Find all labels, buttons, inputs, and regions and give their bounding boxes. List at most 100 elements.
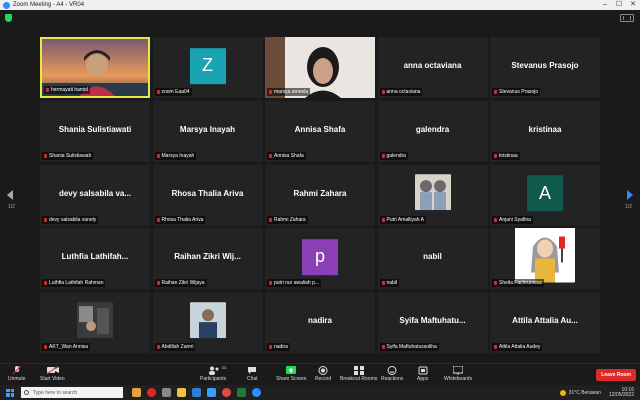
chrome-browser-icon[interactable]: [222, 388, 231, 397]
taskbar-clock[interactable]: 10:16 12/05/2022: [609, 387, 634, 398]
next-page-arrow-icon[interactable]: [627, 190, 633, 200]
start-video-button[interactable]: Start Video: [40, 365, 65, 382]
close-button[interactable]: ✕: [626, 0, 640, 10]
start-video-label: Start Video: [40, 376, 65, 382]
participant-name-label: AKT_Wan Annisa: [42, 343, 91, 351]
participant-display-name: Rahmi Zahara: [293, 188, 347, 198]
participant-name-label: Abdillah Zamri: [154, 343, 196, 351]
app-icon-2[interactable]: [147, 388, 156, 397]
muted-mic-icon: [269, 345, 272, 349]
participant-tile[interactable]: devy salsabila va... devy salsabila vanel…: [40, 164, 150, 226]
participant-tile[interactable]: nadira nadira: [265, 292, 375, 353]
participant-name: Rahmi Zahara: [274, 216, 306, 223]
participant-profile-photo: [189, 301, 226, 338]
participant-tile[interactable]: A Anjani Syafina: [490, 164, 600, 226]
app-icon-1[interactable]: [132, 388, 141, 397]
breakout-rooms-icon: [353, 366, 364, 375]
participant-tile[interactable]: nabil nabil: [377, 228, 488, 290]
participant-tile[interactable]: Zzoom Eaa04: [152, 37, 263, 98]
participant-tile[interactable]: Putri Amalliyah A: [377, 164, 488, 226]
muted-mic-icon: [44, 217, 47, 222]
muted-mic-icon: [44, 281, 47, 286]
participant-profile-photo: [77, 301, 113, 338]
mail-icon[interactable]: [192, 388, 201, 397]
chat-button[interactable]: Chat: [247, 366, 258, 382]
participant-tile[interactable]: Raihan Zikri Wij... Raihan Zikri Wijaya: [152, 228, 263, 290]
prev-page-arrow-icon[interactable]: [7, 190, 13, 200]
participant-name-label: nadira: [267, 343, 290, 351]
participant-tile[interactable]: Stevanus Prasojo Stevanus Prasojo: [490, 37, 600, 98]
participant-tile[interactable]: Syifa Maftuhatu... Syifa Maftuhatussoliha: [377, 292, 488, 353]
record-button[interactable]: Record: [315, 366, 331, 382]
breakout-rooms-button[interactable]: Breakout Rooms: [340, 366, 377, 382]
participant-name-label: Rhosa Thalia Ariva: [154, 215, 206, 224]
participant-tile[interactable]: p putri nur awaliah p...: [265, 228, 375, 290]
participant-tile[interactable]: marsya ameela: [265, 37, 375, 98]
participant-gallery: hermayati hamid Zzoom Eaa04 marsya ameela a…: [40, 37, 600, 357]
participants-icon: 33: [208, 365, 226, 375]
leave-room-button[interactable]: Leave Room: [596, 369, 636, 381]
muted-mic-icon: [156, 153, 160, 158]
participant-name-label: galendra: [379, 151, 408, 160]
participant-name: galendra: [386, 152, 406, 159]
edge-browser-icon[interactable]: [207, 388, 216, 397]
shield-icon[interactable]: [5, 14, 12, 22]
participant-tile[interactable]: anna octaviana anna octaviana: [377, 37, 488, 98]
participant-tile[interactable]: Abdillah Zamri: [152, 292, 263, 353]
whiteboards-button[interactable]: Whiteboards: [444, 365, 472, 382]
muted-mic-icon: [494, 345, 497, 349]
taskbar-search-box[interactable]: Type here to search: [21, 387, 123, 398]
participant-name: devy salsabila vanely: [49, 216, 97, 223]
muted-mic-icon: [156, 217, 160, 222]
participant-name-label: Anjani Syafina: [492, 215, 533, 224]
participants-count: 33: [221, 365, 227, 370]
participant-tile[interactable]: Luthfia Lathifah... Luthfia Lathifah Rahm…: [40, 228, 150, 290]
participant-name: nadira: [274, 344, 288, 350]
participant-tile[interactable]: Marsya Inayah Marsya Inayah: [152, 100, 263, 162]
weather-text[interactable]: 31°C Berawan: [569, 390, 601, 396]
reactions-button[interactable]: Reactions: [381, 366, 403, 382]
muted-mic-icon: [156, 281, 160, 286]
participant-tile[interactable]: Attila Attalia Au... Attila Attalia Audey: [490, 292, 600, 353]
windows-taskbar: Type here to search 31°C Berawan 10:16 1…: [0, 385, 640, 400]
participant-name-label: nabil: [379, 279, 400, 288]
participant-tile[interactable]: Rhosa Thalia Ariva Rhosa Thalia Ariva: [152, 164, 263, 226]
muted-mic-icon: [494, 281, 497, 286]
unmute-button[interactable]: Unmute: [8, 365, 26, 382]
file-explorer-icon[interactable]: [177, 388, 186, 397]
muted-mic-icon: [269, 90, 272, 94]
task-view-icon[interactable]: [162, 388, 171, 397]
participant-tile[interactable]: Sheila Fachrunnisa: [490, 228, 600, 290]
participant-display-name: Annisa Shafa: [294, 124, 346, 134]
participant-tile[interactable]: kristinaa kristinaa: [490, 100, 600, 162]
participant-name-label: Annisa Shafa: [267, 151, 306, 160]
chat-icon: [247, 366, 257, 374]
zoom-app-icon[interactable]: [252, 388, 261, 397]
participant-display-name: anna octaviana: [403, 61, 462, 70]
participant-tile[interactable]: hermayati hamid: [40, 37, 150, 98]
minimize-button[interactable]: –: [598, 0, 612, 10]
participant-tile[interactable]: AKT_Wan Annisa: [40, 292, 150, 353]
participant-name: kristinaa: [499, 152, 518, 159]
participant-tile[interactable]: Annisa Shafa Annisa Shafa: [265, 100, 375, 162]
muted-mic-icon: [381, 281, 385, 286]
participant-name: Marsya Inayah: [161, 152, 195, 159]
gallery-view-icon[interactable]: [620, 14, 634, 22]
participant-tile[interactable]: Shania Sulistiawati Shania Sulistiawati: [40, 100, 150, 162]
apps-button[interactable]: Apps: [417, 366, 428, 382]
participant-name-label: Stevanus Prasojo: [492, 88, 541, 96]
participant-tile[interactable]: Rahmi Zahara Rahmi Zahara: [265, 164, 375, 226]
participants-button[interactable]: 33 Participants: [200, 365, 226, 382]
participant-name-label: hermayati hamid: [44, 86, 90, 94]
participant-tile[interactable]: galendra galendra: [377, 100, 488, 162]
reactions-label: Reactions: [381, 376, 404, 382]
participant-name-label: Raihan Zikri Wijaya: [154, 279, 207, 288]
share-screen-button[interactable]: Share Screen: [276, 366, 307, 382]
windows-start-icon[interactable]: [6, 388, 14, 397]
maximize-button[interactable]: ☐: [612, 0, 626, 10]
page-indicator-left: 1/2: [8, 204, 15, 210]
participant-name: Shania Sulistiawati: [49, 152, 91, 159]
excel-icon[interactable]: [237, 388, 246, 397]
apps-label: Apps: [417, 376, 429, 382]
participant-name-label: Marsya Inayah: [154, 151, 197, 160]
